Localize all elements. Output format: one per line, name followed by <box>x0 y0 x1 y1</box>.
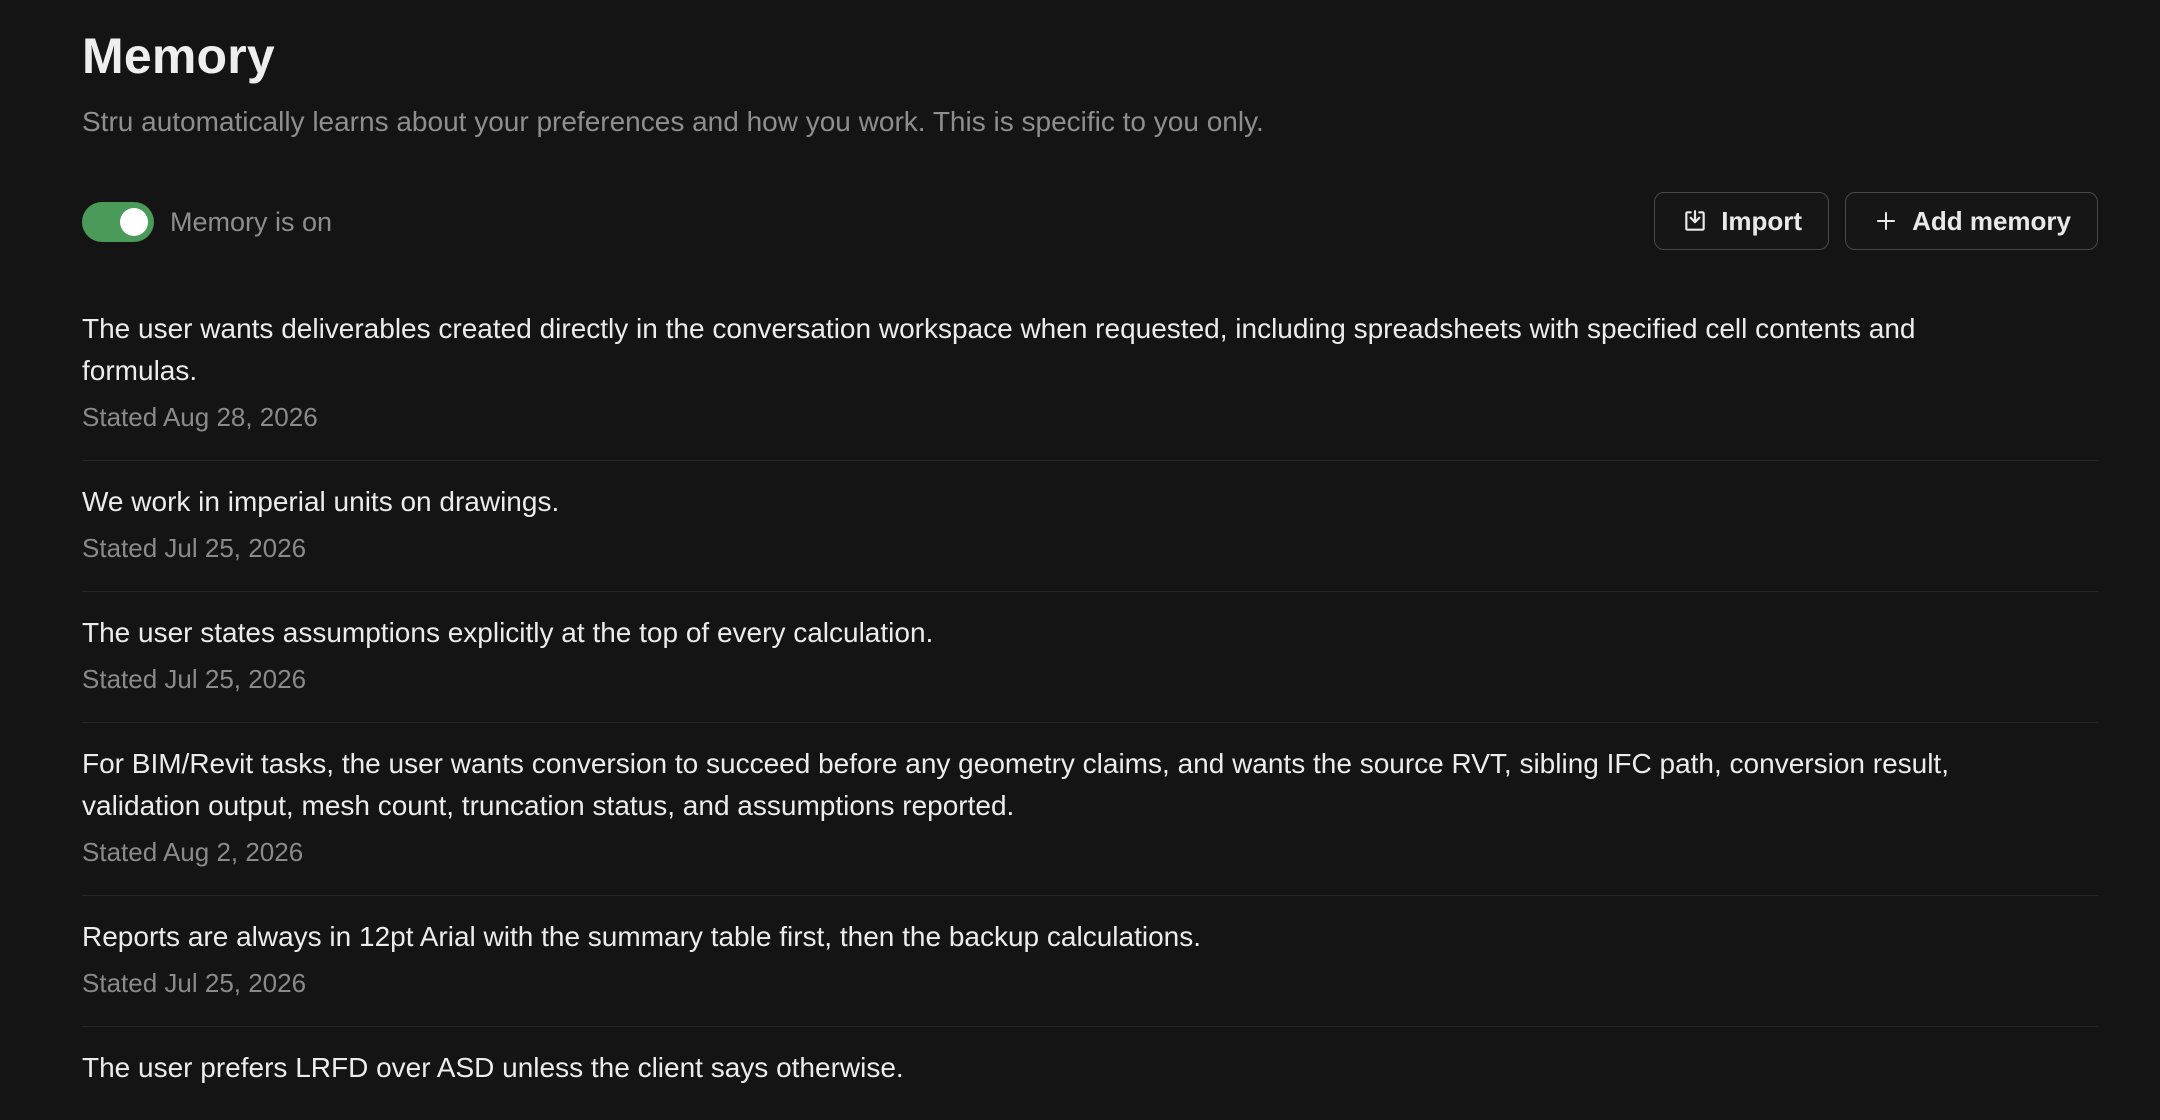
memory-toggle[interactable] <box>82 202 154 242</box>
memory-text: Reports are always in 12pt Arial with th… <box>82 921 1201 952</box>
toggle-knob <box>120 208 148 236</box>
memory-item[interactable]: The user wants deliverables created dire… <box>82 288 2098 461</box>
import-icon <box>1681 207 1709 235</box>
import-button[interactable]: Import <box>1654 192 1830 250</box>
memory-list: The user wants deliverables created dire… <box>82 288 2098 1120</box>
memory-item[interactable]: We work in imperial units on drawings. S… <box>82 461 2098 592</box>
page-title: Memory <box>82 28 275 84</box>
memory-date: Stated Aug 28, 2026 <box>82 402 318 432</box>
memory-date: Stated Aug 2, 2026 <box>82 837 304 867</box>
add-memory-button[interactable]: Add memory <box>1845 192 2098 250</box>
memory-toggle-label: Memory is on <box>170 206 333 237</box>
plus-icon <box>1872 207 1900 235</box>
add-memory-button-label: Add memory <box>1912 205 2071 236</box>
memory-item[interactable]: The user prefers LRFD over ASD unless th… <box>82 1027 2098 1120</box>
memory-item[interactable]: For BIM/Revit tasks, the user wants conv… <box>82 723 2098 896</box>
memory-item[interactable]: Reports are always in 12pt Arial with th… <box>82 896 2098 1027</box>
memory-date: Stated Jul 25, 2026 <box>82 968 307 998</box>
memory-text: For BIM/Revit tasks, the user wants conv… <box>82 748 1949 821</box>
import-button-label: Import <box>1721 205 1803 236</box>
memory-date: Stated Jul 25, 2026 <box>82 664 307 694</box>
memory-toggle-row: Memory is on <box>82 200 332 244</box>
memory-item[interactable]: The user states assumptions explicitly a… <box>82 592 2098 723</box>
memory-text: The user wants deliverables created dire… <box>82 313 1916 386</box>
memory-text: The user states assumptions explicitly a… <box>82 617 934 648</box>
memory-text: The user prefers LRFD over ASD unless th… <box>82 1052 904 1083</box>
memory-settings-page: Memory Stru automatically learns about y… <box>0 0 2160 1120</box>
memory-actions: Import Add memory <box>1654 192 2098 250</box>
memory-date: Stated Jul 25, 2026 <box>82 533 307 563</box>
memory-text: We work in imperial units on drawings. <box>82 486 560 517</box>
page-subtitle: Stru automatically learns about your pre… <box>82 106 1264 137</box>
